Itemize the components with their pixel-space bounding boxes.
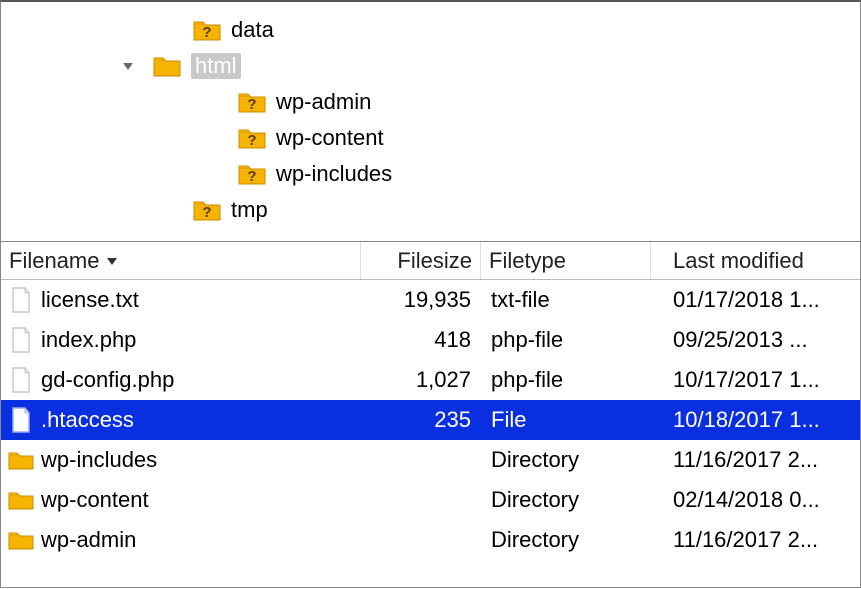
folder-icon bbox=[1, 449, 41, 471]
indent-spacer bbox=[9, 30, 159, 31]
folder-icon bbox=[1, 489, 41, 511]
tree-item[interactable]: wp-content bbox=[1, 120, 860, 156]
file-row[interactable]: wp-includes Directory11/16/2017 2... bbox=[1, 440, 860, 480]
tree-item[interactable]: data bbox=[1, 12, 860, 48]
folder-unknown-icon bbox=[193, 18, 221, 42]
file-type: Directory bbox=[481, 527, 651, 553]
file-row[interactable]: wp-content Directory02/14/2018 0... bbox=[1, 480, 860, 520]
file-size: 19,935 bbox=[361, 287, 481, 313]
column-header-filename[interactable]: Filename bbox=[1, 242, 361, 279]
file-modified: 09/25/2013 ... bbox=[651, 327, 860, 353]
file-type: txt-file bbox=[481, 287, 651, 313]
column-header-filetype[interactable]: Filetype bbox=[481, 242, 651, 279]
sort-descending-icon bbox=[105, 248, 119, 274]
file-icon bbox=[1, 407, 41, 433]
file-type: Directory bbox=[481, 487, 651, 513]
column-header-filename-label: Filename bbox=[9, 248, 99, 274]
tree-item[interactable]: wp-admin bbox=[1, 84, 860, 120]
tree-item[interactable]: tmp bbox=[1, 192, 860, 228]
file-type: php-file bbox=[481, 367, 651, 393]
file-modified: 02/14/2018 0... bbox=[651, 487, 860, 513]
file-type: php-file bbox=[481, 327, 651, 353]
indent-spacer bbox=[9, 102, 204, 103]
file-list-pane: Filename Filesize Filetype Last modified… bbox=[1, 242, 860, 589]
folder-icon bbox=[153, 54, 181, 78]
column-header-lastmodified[interactable]: Last modified bbox=[651, 242, 860, 279]
file-icon bbox=[1, 367, 41, 393]
file-row[interactable]: license.txt19,935txt-file01/17/2018 1... bbox=[1, 280, 860, 320]
tree-item-label: tmp bbox=[231, 197, 268, 223]
file-type: Directory bbox=[481, 447, 651, 473]
disclosure-triangle-icon[interactable] bbox=[119, 59, 137, 73]
file-name: gd-config.php bbox=[41, 367, 361, 393]
column-header-row: Filename Filesize Filetype Last modified bbox=[1, 242, 860, 280]
file-name: wp-content bbox=[41, 487, 361, 513]
file-modified: 10/18/2017 1... bbox=[651, 407, 860, 433]
file-row[interactable]: .htaccess235File10/18/2017 1... bbox=[1, 400, 860, 440]
file-modified: 10/17/2017 1... bbox=[651, 367, 860, 393]
file-name: .htaccess bbox=[41, 407, 361, 433]
file-type: File bbox=[481, 407, 651, 433]
tree-item[interactable]: wp-includes bbox=[1, 156, 860, 192]
file-row[interactable]: gd-config.php1,027php-file10/17/2017 1..… bbox=[1, 360, 860, 400]
file-size: 418 bbox=[361, 327, 481, 353]
folder-unknown-icon bbox=[193, 198, 221, 222]
tree-item-label: wp-includes bbox=[276, 161, 392, 187]
indent-spacer bbox=[9, 138, 204, 139]
tree-item[interactable]: html bbox=[1, 48, 860, 84]
folder-unknown-icon bbox=[238, 126, 266, 150]
file-size: 1,027 bbox=[361, 367, 481, 393]
tree-item-label: data bbox=[231, 17, 274, 43]
file-size: 235 bbox=[361, 407, 481, 433]
file-icon bbox=[1, 287, 41, 313]
folder-unknown-icon bbox=[238, 90, 266, 114]
tree-item-label: wp-content bbox=[276, 125, 384, 151]
file-modified: 01/17/2018 1... bbox=[651, 287, 860, 313]
file-modified: 11/16/2017 2... bbox=[651, 447, 860, 473]
indent-spacer bbox=[9, 210, 159, 211]
folder-icon bbox=[1, 529, 41, 551]
tree-item-label: html bbox=[191, 53, 241, 79]
column-header-filesize-label: Filesize bbox=[397, 248, 472, 274]
column-header-filetype-label: Filetype bbox=[489, 248, 566, 274]
indent-spacer bbox=[9, 174, 204, 175]
file-rows-container: license.txt19,935txt-file01/17/2018 1...… bbox=[1, 280, 860, 560]
file-icon bbox=[1, 327, 41, 353]
indent-spacer bbox=[9, 66, 119, 67]
file-name: license.txt bbox=[41, 287, 361, 313]
file-modified: 11/16/2017 2... bbox=[651, 527, 860, 553]
tree-item-label: wp-admin bbox=[276, 89, 371, 115]
file-name: wp-admin bbox=[41, 527, 361, 553]
file-row[interactable]: wp-admin Directory11/16/2017 2... bbox=[1, 520, 860, 560]
folder-unknown-icon bbox=[238, 162, 266, 186]
file-name: wp-includes bbox=[41, 447, 361, 473]
file-row[interactable]: index.php418php-file09/25/2013 ... bbox=[1, 320, 860, 360]
column-header-lastmodified-label: Last modified bbox=[673, 248, 804, 274]
directory-tree-pane[interactable]: data html wp-admin wp-content wp-includes tmp bbox=[1, 2, 860, 242]
column-header-filesize[interactable]: Filesize bbox=[361, 242, 481, 279]
file-name: index.php bbox=[41, 327, 361, 353]
